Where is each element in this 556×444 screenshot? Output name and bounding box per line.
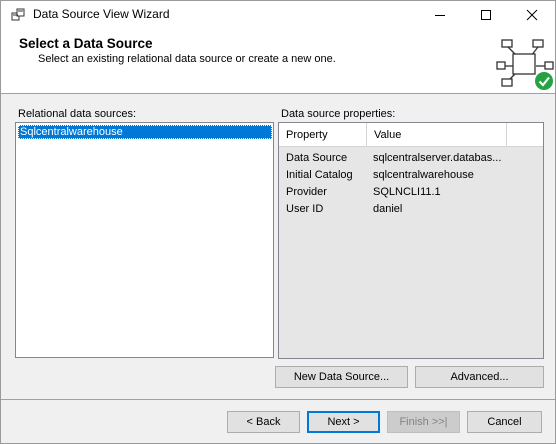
maximize-icon: [481, 9, 491, 20]
relational-data-sources-label: Relational data sources:: [18, 108, 137, 120]
property-row: Initial Catalog sqlcentralwarehouse: [279, 167, 543, 184]
wizard-window: Data Source View Wizard Select a Data So…: [0, 0, 556, 444]
property-name: User ID: [286, 203, 324, 215]
data-source-properties-label: Data source properties:: [281, 108, 396, 120]
property-name: Data Source: [286, 152, 348, 164]
minimize-icon: [435, 14, 445, 16]
property-value: daniel: [373, 203, 403, 215]
property-row: User ID daniel: [279, 201, 543, 218]
wizard-header: Select a Data Source Select an existing …: [1, 28, 555, 94]
page-title: Select a Data Source: [19, 36, 153, 51]
data-source-properties-grid[interactable]: Property Value Data Source sqlcentralser…: [278, 122, 544, 359]
next-button[interactable]: Next >: [307, 411, 380, 433]
data-source-view-icon: [11, 7, 27, 23]
maximize-button[interactable]: [463, 1, 509, 28]
page-subtitle: Select an existing relational data sourc…: [38, 53, 336, 65]
properties-header-row: Property Value: [279, 123, 543, 147]
data-source-diagram-icon: [495, 36, 555, 92]
property-row: Provider SQLNCLI11.1: [279, 184, 543, 201]
property-value: sqlcentralwarehouse: [373, 169, 474, 181]
column-header-property[interactable]: Property: [279, 123, 367, 147]
title-bar[interactable]: Data Source View Wizard: [1, 1, 555, 28]
relational-data-sources-list[interactable]: Sqlcentralwarehouse: [15, 122, 274, 358]
close-icon: [526, 9, 538, 20]
list-item[interactable]: Sqlcentralwarehouse: [18, 125, 272, 139]
close-button[interactable]: [509, 1, 555, 28]
window-title: Data Source View Wizard: [33, 7, 170, 21]
property-value: SQLNCLI11.1: [373, 186, 441, 198]
cancel-button[interactable]: Cancel: [467, 411, 542, 433]
property-value: sqlcentralserver.databas...: [373, 152, 502, 164]
new-data-source-button[interactable]: New Data Source...: [275, 366, 408, 388]
advanced-button[interactable]: Advanced...: [415, 366, 544, 388]
column-header-value[interactable]: Value: [367, 123, 507, 147]
minimize-button[interactable]: [417, 1, 463, 28]
property-row: Data Source sqlcentralserver.databas...: [279, 150, 543, 167]
footer-divider: [1, 399, 555, 400]
finish-button: Finish >>|: [387, 411, 460, 433]
property-name: Initial Catalog: [286, 169, 353, 181]
property-name: Provider: [286, 186, 327, 198]
back-button[interactable]: < Back: [227, 411, 300, 433]
